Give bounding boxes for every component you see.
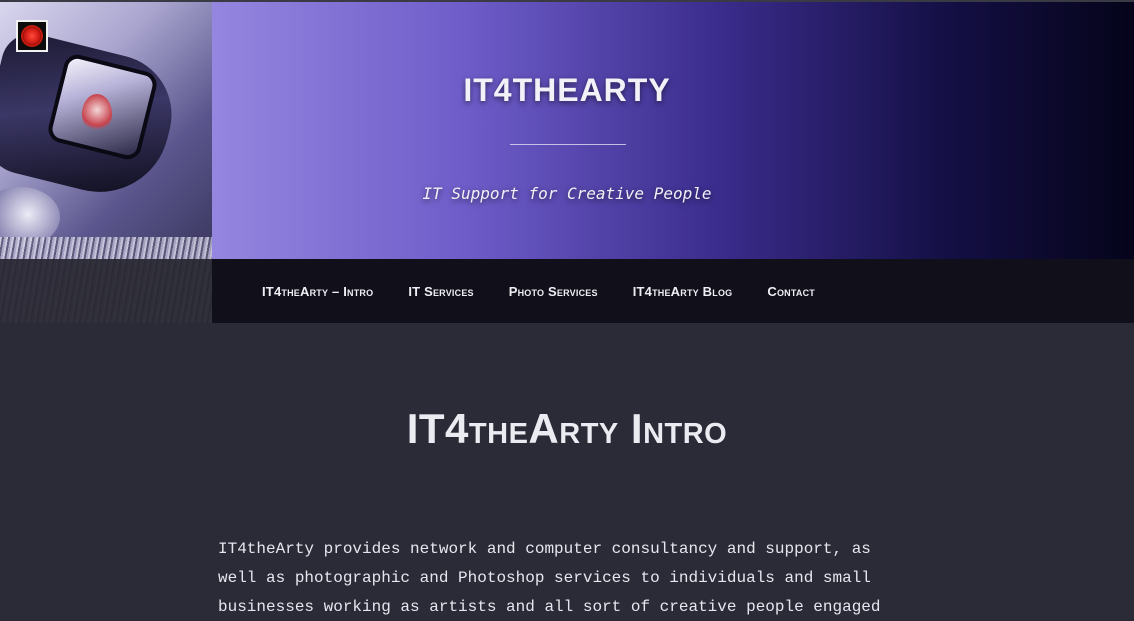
nav-photo-overlay: [0, 259, 212, 323]
nav-item-contact[interactable]: Contact: [767, 284, 815, 299]
title-divider: [510, 144, 626, 145]
sun-logo-icon: [23, 27, 41, 45]
page: IT4THEARTY IT Support for Creative Peopl…: [0, 0, 1134, 621]
main-navigation: IT4theArty – Intro IT Services Photo Ser…: [0, 259, 1134, 323]
nav-item-intro[interactable]: IT4theArty – Intro: [262, 284, 373, 299]
photo-reflection: [82, 94, 112, 134]
site-logo[interactable]: [16, 20, 48, 52]
nav-item-it-services[interactable]: IT Services: [408, 284, 473, 299]
header-banner: IT4THEARTY IT Support for Creative Peopl…: [212, 2, 1134, 259]
intro-paragraph: IT4theArty provides network and computer…: [218, 540, 881, 616]
nav-item-blog[interactable]: IT4theArty Blog: [633, 284, 733, 299]
site-tagline: IT Support for Creative People: [422, 184, 712, 203]
nav-item-photo-services[interactable]: Photo Services: [509, 284, 598, 299]
nav-menu: IT4theArty – Intro IT Services Photo Ser…: [262, 259, 815, 323]
site-title[interactable]: IT4THEARTY: [212, 72, 922, 109]
page-title: IT4theArty Intro: [406, 405, 728, 452]
main-content: IT4theArty Intro IT4theArty provides net…: [0, 323, 1134, 621]
